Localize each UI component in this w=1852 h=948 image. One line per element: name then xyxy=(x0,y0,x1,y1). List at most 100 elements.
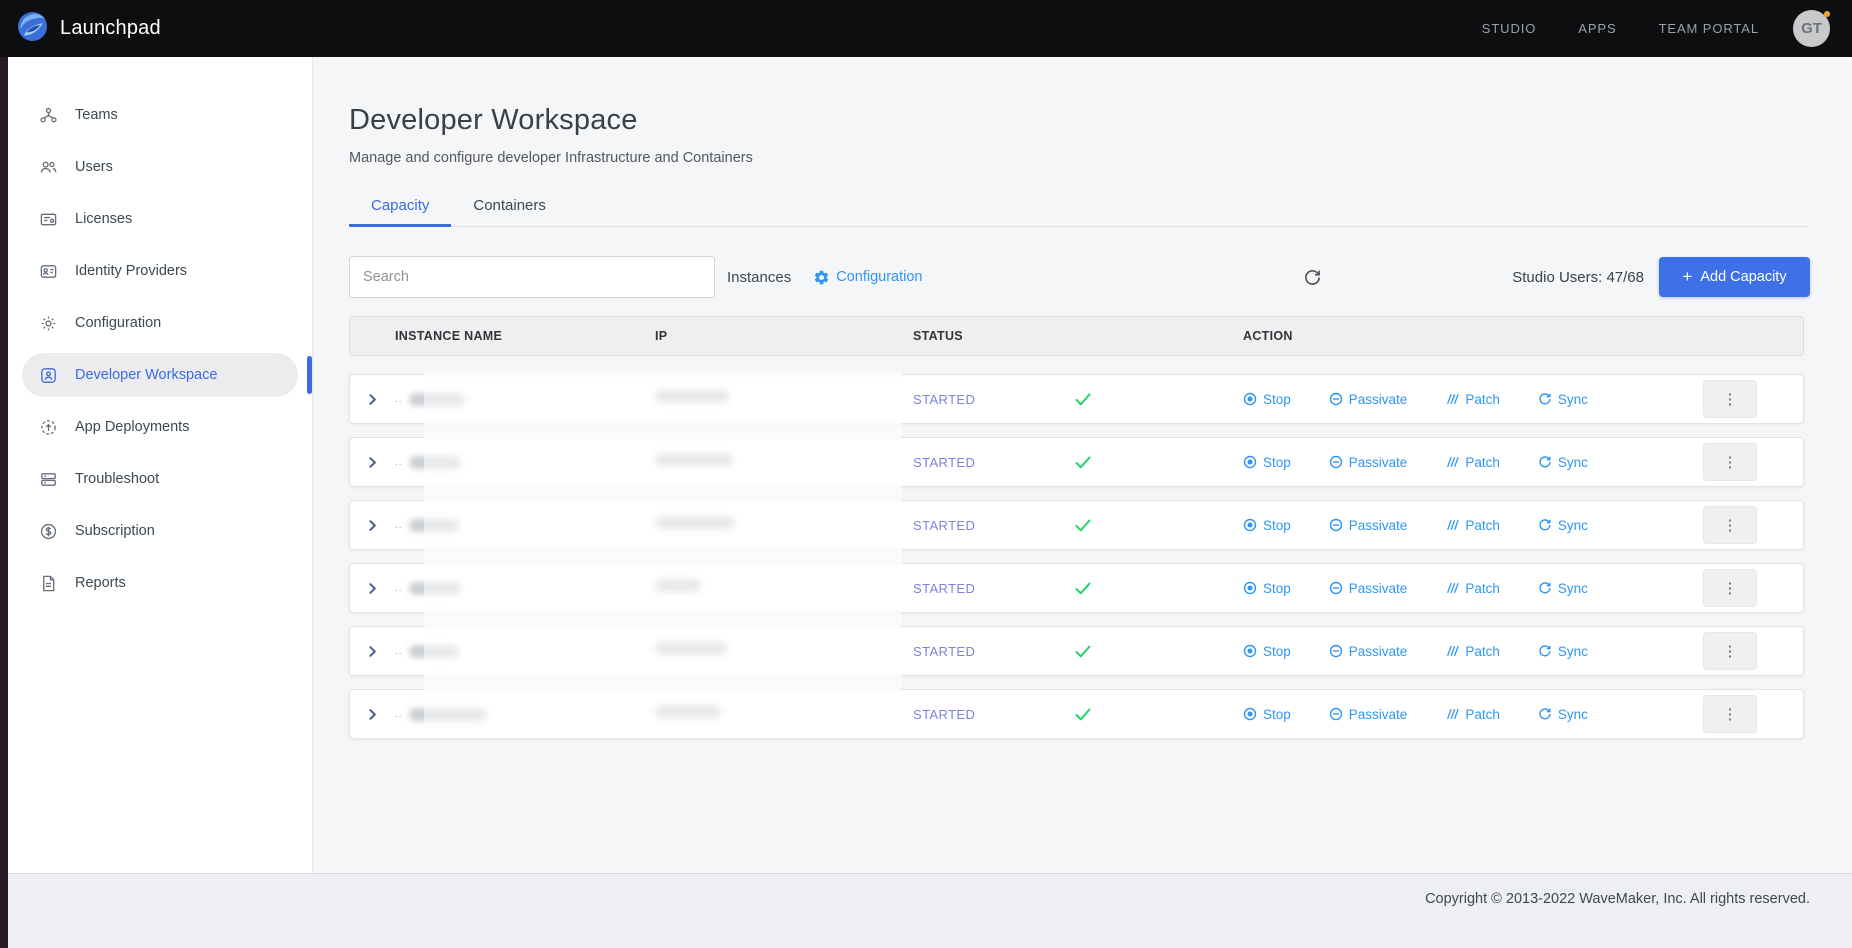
row-expand-chevron-icon[interactable] xyxy=(350,582,395,595)
refresh-button[interactable] xyxy=(1303,268,1322,287)
sync-action-link[interactable]: Sync xyxy=(1538,644,1588,659)
stop-action-link[interactable]: Stop xyxy=(1243,707,1291,722)
row-expand-chevron-icon[interactable] xyxy=(350,708,395,721)
redacted-text-dots: .. xyxy=(395,457,403,468)
troubleshoot-icon xyxy=(39,470,58,489)
sidebar-item-reports[interactable]: Reports xyxy=(22,561,298,605)
row-expand-chevron-icon[interactable] xyxy=(350,456,395,469)
row-expand-chevron-icon[interactable] xyxy=(350,645,395,658)
row-menu-kebab-button[interactable]: ⋮ xyxy=(1703,443,1757,481)
topnav-apps-link[interactable]: APPS xyxy=(1578,21,1616,36)
status-ok-check-icon xyxy=(1075,645,1091,658)
tab-bar: Capacity Containers xyxy=(349,189,1810,227)
stop-action-link[interactable]: Stop xyxy=(1243,581,1291,596)
kebab-icon: ⋮ xyxy=(1723,705,1738,723)
passivate-action-link[interactable]: Passivate xyxy=(1329,518,1408,533)
sidebar-item-teams[interactable]: Teams xyxy=(22,93,298,137)
patch-icon xyxy=(1445,581,1459,595)
instances-table: INSTANCE NAME IP STATUS ACTION .. STARTE… xyxy=(349,316,1804,739)
avatar-initials: GT xyxy=(1801,20,1822,37)
passivate-icon xyxy=(1329,518,1343,532)
sync-action-link[interactable]: Sync xyxy=(1538,707,1588,722)
patch-icon xyxy=(1445,644,1459,658)
passivate-action-link[interactable]: Passivate xyxy=(1329,392,1408,407)
patch-action-link[interactable]: Patch xyxy=(1445,581,1500,596)
sidebar-item-identity-providers[interactable]: Identity Providers xyxy=(22,249,298,293)
column-status: STATUS xyxy=(913,329,1243,343)
passivate-action-label: Passivate xyxy=(1349,707,1408,722)
passivate-action-link[interactable]: Passivate xyxy=(1329,707,1408,722)
passivate-action-label: Passivate xyxy=(1349,644,1408,659)
sidebar-item-troubleshoot[interactable]: Troubleshoot xyxy=(22,457,298,501)
patch-action-label: Patch xyxy=(1465,518,1500,533)
passivate-action-link[interactable]: Passivate xyxy=(1329,644,1408,659)
instances-label: Instances xyxy=(727,269,791,286)
redacted-instance-name xyxy=(409,582,461,595)
stop-icon xyxy=(1243,518,1257,532)
copyright-text: Copyright © 2013-2022 WaveMaker, Inc. Al… xyxy=(1425,891,1810,948)
sidebar-item-app-deployments[interactable]: App Deployments xyxy=(22,405,298,449)
add-capacity-label: Add Capacity xyxy=(1700,269,1786,285)
sidebar-item-users[interactable]: Users xyxy=(22,145,298,189)
row-expand-chevron-icon[interactable] xyxy=(350,519,395,532)
redacted-ip xyxy=(655,705,721,718)
search-input[interactable] xyxy=(349,256,715,298)
topnav-team-portal-link[interactable]: TEAM PORTAL xyxy=(1659,21,1759,36)
tab-capacity[interactable]: Capacity xyxy=(349,189,451,227)
passivate-icon xyxy=(1329,392,1343,406)
passivate-action-link[interactable]: Passivate xyxy=(1329,581,1408,596)
redacted-instance-name xyxy=(409,456,461,469)
row-menu-kebab-button[interactable]: ⋮ xyxy=(1703,569,1757,607)
passivate-icon xyxy=(1329,644,1343,658)
redacted-ip xyxy=(655,579,701,592)
avatar[interactable]: GT xyxy=(1793,10,1830,47)
stop-action-label: Stop xyxy=(1263,644,1291,659)
active-item-indicator xyxy=(307,356,312,394)
sidebar-item-configuration[interactable]: Configuration xyxy=(22,301,298,345)
subscription-icon xyxy=(39,522,58,541)
tab-containers[interactable]: Containers xyxy=(451,189,568,227)
sync-action-label: Sync xyxy=(1558,455,1588,470)
patch-action-label: Patch xyxy=(1465,644,1500,659)
patch-action-link[interactable]: Patch xyxy=(1445,392,1500,407)
row-menu-kebab-button[interactable]: ⋮ xyxy=(1703,380,1757,418)
add-capacity-button[interactable]: + Add Capacity xyxy=(1659,257,1810,297)
topnav-studio-link[interactable]: STUDIO xyxy=(1482,21,1537,36)
users-icon xyxy=(39,158,58,177)
passivate-action-label: Passivate xyxy=(1349,518,1408,533)
row-expand-chevron-icon[interactable] xyxy=(350,393,395,406)
table-row: .. STARTED Stop xyxy=(349,689,1804,739)
sync-action-label: Sync xyxy=(1558,392,1588,407)
patch-action-link[interactable]: Patch xyxy=(1445,455,1500,470)
main-content: Developer Workspace Manage and configure… xyxy=(313,57,1852,873)
patch-action-link[interactable]: Patch xyxy=(1445,518,1500,533)
sidebar-item-subscription[interactable]: Subscription xyxy=(22,509,298,553)
row-menu-kebab-button[interactable]: ⋮ xyxy=(1703,632,1757,670)
patch-action-link[interactable]: Patch xyxy=(1445,707,1500,722)
sync-action-link[interactable]: Sync xyxy=(1538,455,1588,470)
sidebar-item-label: Users xyxy=(75,159,113,175)
kebab-icon: ⋮ xyxy=(1723,453,1738,471)
row-menu-kebab-button[interactable]: ⋮ xyxy=(1703,695,1757,733)
row-menu-kebab-button[interactable]: ⋮ xyxy=(1703,506,1757,544)
sync-action-link[interactable]: Sync xyxy=(1538,518,1588,533)
brand: Launchpad xyxy=(17,11,161,47)
table-row: .. STARTED Stop xyxy=(349,500,1804,550)
sync-icon xyxy=(1538,581,1552,595)
sidebar-item-developer-workspace[interactable]: Developer Workspace xyxy=(22,353,298,397)
sync-icon xyxy=(1538,707,1552,721)
passivate-icon xyxy=(1329,455,1343,469)
passivate-action-link[interactable]: Passivate xyxy=(1329,455,1408,470)
stop-action-link[interactable]: Stop xyxy=(1243,518,1291,533)
stop-action-link[interactable]: Stop xyxy=(1243,644,1291,659)
table-header: INSTANCE NAME IP STATUS ACTION xyxy=(349,316,1804,356)
stop-action-link[interactable]: Stop xyxy=(1243,392,1291,407)
configuration-link[interactable]: Configuration xyxy=(813,269,922,286)
sidebar-item-licenses[interactable]: Licenses xyxy=(22,197,298,241)
sync-action-link[interactable]: Sync xyxy=(1538,392,1588,407)
sync-action-link[interactable]: Sync xyxy=(1538,581,1588,596)
stop-action-link[interactable]: Stop xyxy=(1243,455,1291,470)
patch-action-link[interactable]: Patch xyxy=(1445,644,1500,659)
sync-icon xyxy=(1538,518,1552,532)
stop-action-label: Stop xyxy=(1263,518,1291,533)
